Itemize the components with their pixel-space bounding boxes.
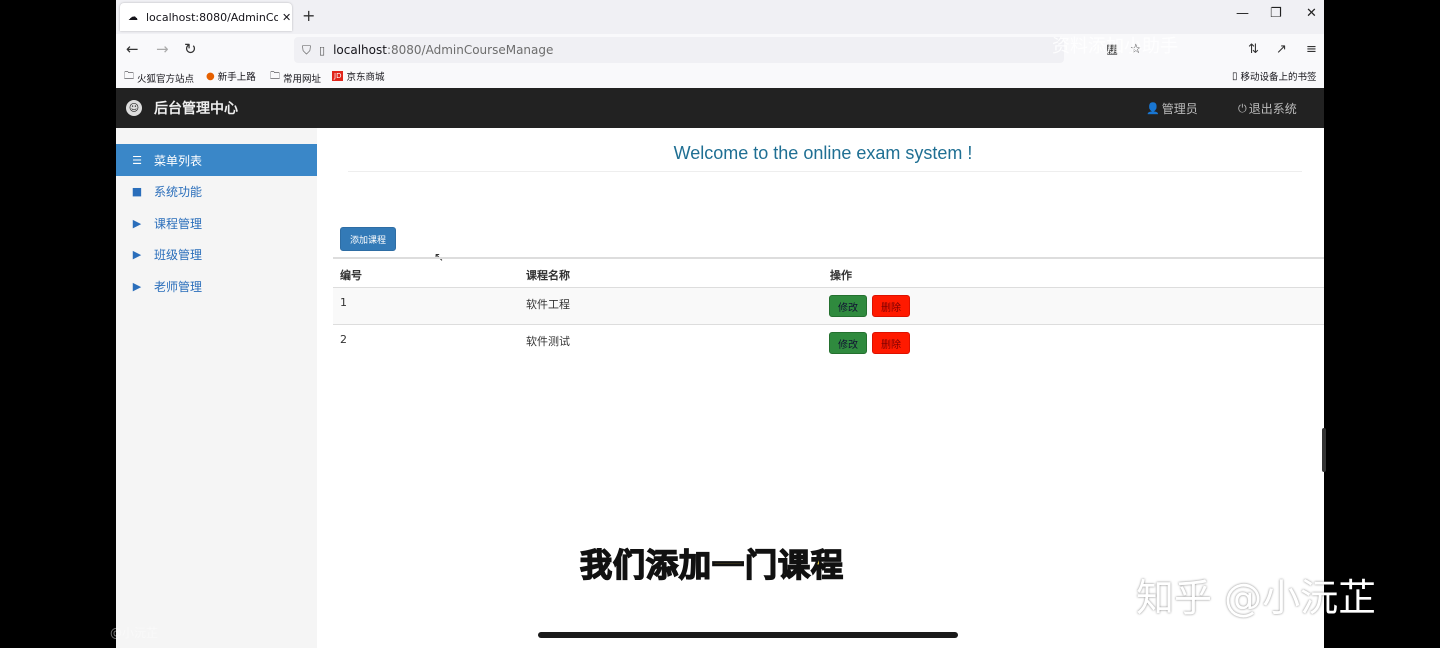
forward-icon[interactable]: → <box>156 40 169 58</box>
tab-title: localhost:8080/AdminCourse <box>146 10 278 24</box>
browser-tab[interactable]: ☁ localhost:8080/AdminCourse ✕ <box>120 3 292 31</box>
bookmarks-bar: 🗀 火狐官方站点 ● 新手上路 🗀 常用网址 JD 京东商城 ▯ 移动设备上的书签 <box>116 66 1324 88</box>
window-close-icon[interactable]: ✕ <box>1306 6 1317 21</box>
brand-title: 后台管理中心 <box>154 101 238 117</box>
add-course-button[interactable]: 添加课程 <box>340 227 396 251</box>
favicon-icon: ☁ <box>128 11 138 23</box>
sidebar-item-system[interactable]: ■ 系统功能 <box>116 175 317 207</box>
edit-button[interactable]: 修改 <box>829 332 867 354</box>
power-icon: ⏻ <box>1238 101 1247 115</box>
sidebar: ☰ 菜单列表 ■ 系统功能 ▶ 课程管理 ▶ 班级管理 ▶ 老师管理 <box>116 128 317 648</box>
brand[interactable]: ☺ 后台管理中心 <box>126 98 238 118</box>
jd-icon: JD <box>332 71 344 81</box>
delete-button[interactable]: 删除 <box>872 332 910 354</box>
sidebar-item-class[interactable]: ▶ 班级管理 <box>116 238 317 270</box>
logo-icon: ☺ <box>126 100 142 116</box>
url-host: localhost <box>333 43 387 57</box>
briefcase-icon: ■ <box>131 184 143 198</box>
tab-strip: ☁ localhost:8080/AdminCourse ✕ + — ❐ ✕ <box>116 0 1324 34</box>
new-tab-icon[interactable]: + <box>302 6 315 25</box>
table-header: 编号 课程名称 操作 <box>333 257 1324 288</box>
restore-icon[interactable]: ❐ <box>1270 6 1282 21</box>
bookmark-item[interactable]: 🗀 常用网址 <box>270 69 321 86</box>
column-header: 操作 <box>830 269 852 282</box>
course-id: 2 <box>340 333 347 346</box>
triangle-right-icon: ▶ <box>132 216 142 230</box>
reload-icon[interactable]: ↻ <box>184 40 197 58</box>
app-header: ☺ 后台管理中心 👤 管理员 ⏻ 退出系统 <box>116 88 1324 128</box>
user-icon: 👤 <box>1146 102 1160 115</box>
left-watermark: @小沅芷 <box>110 626 159 640</box>
course-id: 1 <box>340 296 347 309</box>
zhihu-watermark: 知乎 @小沅芷 <box>1136 576 1377 620</box>
page-icon: ▯ <box>319 43 326 57</box>
mobile-bookmarks[interactable]: ▯ 移动设备上的书签 <box>1232 69 1317 84</box>
column-header: 课程名称 <box>526 269 570 282</box>
sidebar-item-teacher[interactable]: ▶ 老师管理 <box>116 270 317 302</box>
triangle-right-icon: ▶ <box>132 247 142 261</box>
url-path: :8080/AdminCourseManage <box>386 43 554 57</box>
logout-link[interactable]: ⏻ 退出系统 <box>1238 100 1297 117</box>
firefox-icon: ● <box>206 70 215 82</box>
bookmark-item[interactable]: JD 京东商城 <box>332 69 384 83</box>
list-icon: ☰ <box>132 153 142 167</box>
shield-icon[interactable]: ⛉ <box>302 43 311 58</box>
delete-button[interactable]: 删除 <box>872 295 910 317</box>
edit-button[interactable]: 修改 <box>829 295 867 317</box>
course-name: 软件测试 <box>526 335 570 348</box>
triangle-right-icon: ▶ <box>132 279 142 293</box>
folder-icon: 🗀 <box>124 71 134 82</box>
table-row: 1 软件工程 修改 删除 <box>333 287 1324 324</box>
extensions-icon[interactable]: ⇅ <box>1248 42 1259 57</box>
bookmark-item[interactable]: ● 新手上路 <box>206 69 256 84</box>
table-row: 2 软件测试 修改 删除 <box>333 324 1324 361</box>
close-tab-icon[interactable]: ✕ <box>282 11 291 24</box>
back-icon[interactable]: ← <box>126 40 139 58</box>
user-link[interactable]: 👤 管理员 <box>1146 100 1198 117</box>
course-name: 软件工程 <box>526 298 570 311</box>
scroll-indicator <box>1322 428 1326 472</box>
sidebar-item-course[interactable]: ▶ 课程管理 <box>116 207 317 239</box>
menu-icon[interactable]: ≡ <box>1306 42 1317 57</box>
phone-icon: ▯ <box>1232 70 1238 82</box>
top-watermark: 资料添加小助手 <box>1052 36 1178 57</box>
home-indicator[interactable] <box>538 632 958 638</box>
sidebar-item-menu-list[interactable]: ☰ 菜单列表 <box>116 144 317 176</box>
share-icon[interactable]: ↗ <box>1276 42 1287 57</box>
bookmark-item[interactable]: 🗀 火狐官方站点 <box>124 69 194 86</box>
video-subtitle: 我们添加一门课程 <box>579 545 845 585</box>
folder-icon: 🗀 <box>270 71 280 82</box>
column-header: 编号 <box>340 269 362 282</box>
divider <box>348 171 1302 172</box>
minimize-icon[interactable]: — <box>1236 6 1249 21</box>
address-bar[interactable]: ⛉ ▯ localhost:8080/AdminCourseManage <box>294 37 1064 63</box>
page-title: Welcome to the online exam system ! <box>673 143 973 163</box>
